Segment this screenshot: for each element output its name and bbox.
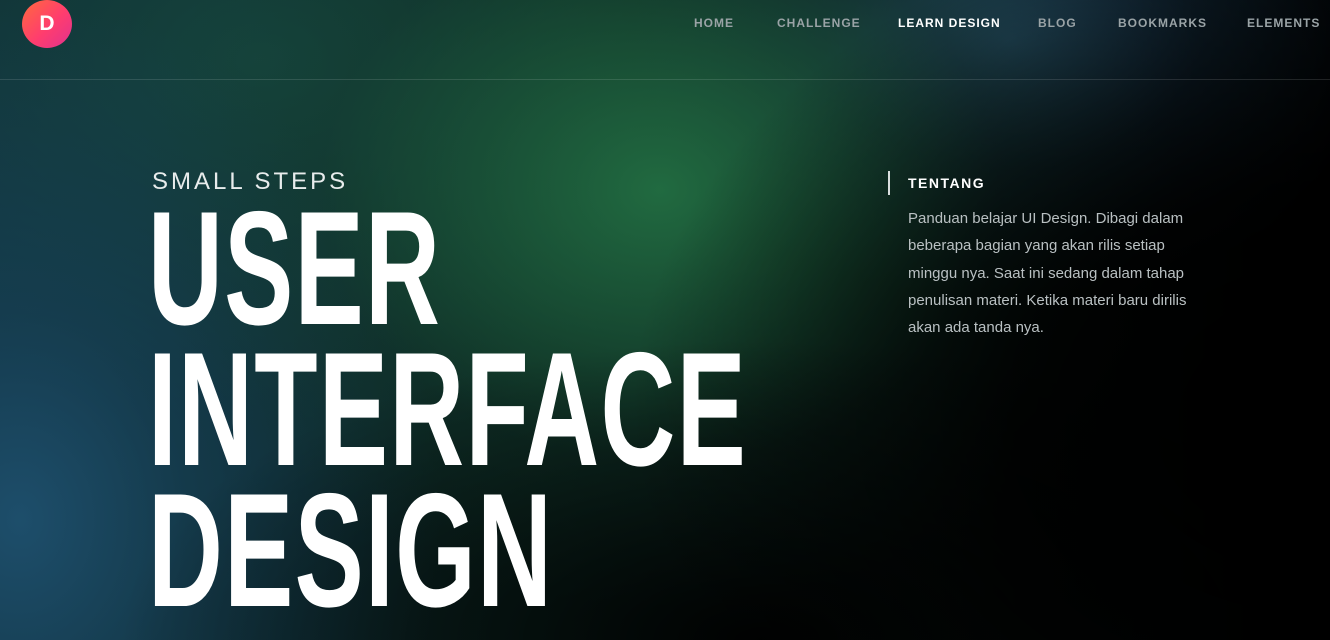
site-header: D HOME CHALLENGE LEARN DESIGN BLOG BOOKM… [0,0,1330,80]
main-nav: HOME CHALLENGE LEARN DESIGN BLOG BOOKMAR… [0,16,1330,32]
about-title: TENTANG [908,175,986,191]
headline-line-1: USER [148,178,442,359]
about-divider [888,171,890,195]
nav-bookmarks[interactable]: BOOKMARKS [1118,16,1207,30]
hero-headline: USER INTERFACE DESIGN [148,178,748,640]
headline-line-2: INTERFACE [148,319,748,500]
nav-elements[interactable]: ELEMENTS [1247,16,1320,30]
nav-home[interactable]: HOME [694,16,734,30]
nav-challenge[interactable]: CHALLENGE [777,16,861,30]
about-description: Panduan belajar UI Design. Dibagi dalam … [908,210,1187,337]
nav-blog[interactable]: BLOG [1038,16,1077,30]
headline-line-3: DESIGN [148,460,554,640]
nav-learn-design[interactable]: LEARN DESIGN [898,16,1001,30]
